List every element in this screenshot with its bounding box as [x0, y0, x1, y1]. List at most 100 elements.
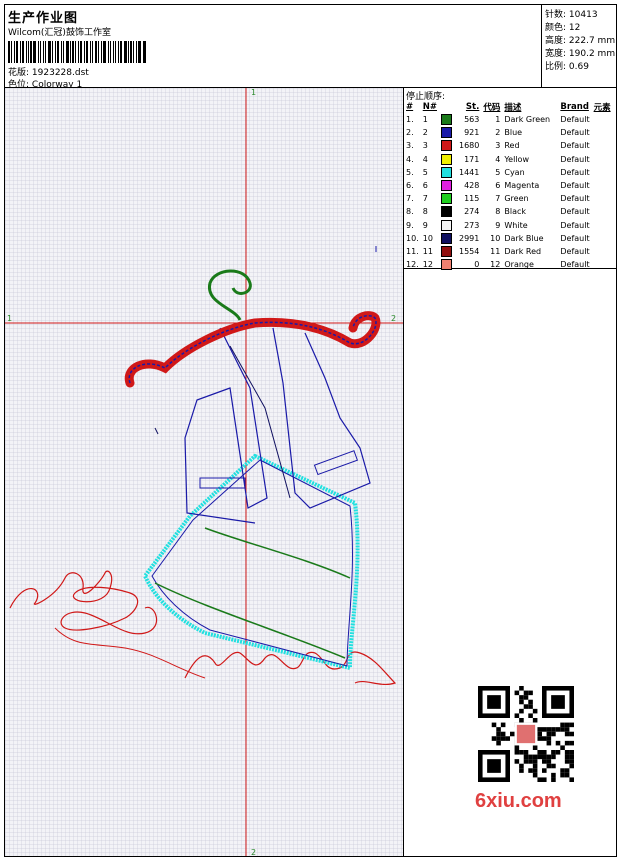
- color-swatch-icon: [440, 180, 452, 192]
- axis-label-right: 2: [391, 314, 397, 323]
- color-swatch-icon: [440, 193, 452, 205]
- row-element: [592, 153, 613, 166]
- row-brand: Default: [560, 233, 590, 243]
- table-row: 12. 12 0 12 Orange Default: [404, 258, 613, 271]
- color-swatch-icon: [440, 127, 452, 139]
- row-description: Cyan: [504, 167, 525, 177]
- row-stitches: 171: [464, 154, 480, 164]
- row-index: 7.: [406, 194, 414, 204]
- row-number: 3: [422, 141, 428, 151]
- row-index: 5.: [406, 167, 414, 177]
- color-swatch-icon: [440, 153, 452, 165]
- row-number: 1: [422, 115, 428, 125]
- row-index: 2.: [406, 128, 414, 138]
- row-number: 10: [422, 233, 433, 243]
- col-brand: Brand: [560, 101, 589, 112]
- table-row: 9. 9 273 9 White Default: [404, 219, 613, 232]
- row-element: [592, 232, 613, 245]
- color-swatch-icon: [440, 232, 452, 244]
- colors-stat: 颜色: 12: [545, 20, 580, 33]
- row-element: [592, 258, 613, 271]
- row-stitches: 1441: [458, 167, 480, 177]
- design-stats: 针数: 10413 颜色: 12 高度: 222.7 mm 宽度: 190.2 …: [541, 5, 616, 88]
- row-index: 4.: [406, 154, 414, 164]
- color-swatch-icon: [440, 114, 452, 126]
- row-number: 4: [422, 154, 428, 164]
- row-element: [592, 166, 613, 179]
- qr-code-icon: [478, 686, 574, 782]
- col-swatch: [439, 100, 457, 113]
- row-stitches: 0: [474, 260, 480, 270]
- row-element: [592, 245, 613, 258]
- color-swatch: [439, 113, 457, 126]
- row-stitches: 115: [464, 194, 480, 204]
- row-number: 8: [422, 207, 428, 217]
- row-description: Yellow: [504, 154, 529, 164]
- color-swatch: [439, 166, 457, 179]
- color-swatch: [439, 192, 457, 205]
- row-description: Orange: [504, 260, 534, 270]
- stitches-stat: 针数: 10413: [545, 7, 598, 20]
- color-swatch: [439, 126, 457, 139]
- table-header-row: # N# St. 代码 描述 Brand 元素: [404, 100, 613, 113]
- row-description: Blue: [504, 128, 523, 138]
- row-description: Green: [504, 194, 529, 204]
- scale-label: 比例:: [545, 62, 567, 72]
- scale-value: 0.69: [568, 62, 589, 72]
- row-stitches: 563: [464, 115, 480, 125]
- row-element: [592, 126, 613, 139]
- colors-value: 12: [568, 23, 581, 33]
- row-stitches: 921: [464, 128, 480, 138]
- row-code: 9: [495, 220, 501, 230]
- row-brand: Default: [560, 167, 590, 177]
- axis-label-left: 1: [7, 314, 13, 323]
- row-brand: Default: [560, 194, 590, 204]
- row-description: Dark Red: [504, 246, 542, 256]
- color-swatch-icon: [440, 219, 452, 231]
- row-number: 6: [422, 181, 428, 191]
- width-label: 宽度:: [545, 49, 567, 59]
- height-value: 222.7 mm: [568, 36, 616, 46]
- row-code: 1: [495, 115, 501, 125]
- skirt-outline-blue: [151, 459, 353, 667]
- axis-label-top: 1: [251, 88, 257, 97]
- row-code: 7: [495, 194, 501, 204]
- row-brand: Default: [560, 154, 590, 164]
- row-brand: Default: [560, 207, 590, 217]
- row-code: 6: [495, 181, 501, 191]
- row-stitches: 274: [464, 207, 480, 217]
- right-pocket: [313, 450, 359, 476]
- jacket-left: [184, 327, 268, 524]
- row-index: 3.: [406, 141, 414, 151]
- color-swatch-icon: [440, 140, 452, 152]
- color-swatch: [439, 232, 457, 245]
- height-label: 高度:: [545, 36, 567, 46]
- col-description: 描述: [504, 102, 522, 113]
- row-number: 11: [422, 246, 433, 256]
- hanger-bar-red: [124, 311, 381, 388]
- watermark-text: 6xiu.com: [475, 790, 562, 812]
- row-element: [592, 113, 613, 126]
- row-code: 8: [495, 207, 501, 217]
- row-description: Dark Blue: [504, 233, 544, 243]
- row-brand: Default: [560, 141, 590, 151]
- stitches-value: 10413: [568, 10, 598, 20]
- row-code: 11: [490, 246, 501, 256]
- row-code: 3: [495, 141, 501, 151]
- row-index: 8.: [406, 207, 414, 217]
- color-swatch: [439, 219, 457, 232]
- script-flourish: [54, 627, 206, 679]
- row-number: 7: [422, 194, 428, 204]
- color-swatch: [439, 153, 457, 166]
- row-element: [592, 192, 613, 205]
- row-brand: Default: [560, 128, 590, 138]
- row-description: Black: [504, 207, 527, 217]
- row-brand: Default: [560, 260, 590, 270]
- stop-sequence-panel: 停止顺序: # N# St. 代码 描述 Brand 元素 1. 1 563 1 Dar…: [404, 88, 616, 271]
- row-index: 9.: [406, 220, 414, 230]
- design-canvas: 1 2 1 2: [5, 88, 404, 856]
- axis-label-bottom: 2: [251, 848, 257, 856]
- width-stat: 宽度: 190.2 mm: [545, 46, 615, 59]
- color-swatch: [439, 258, 457, 271]
- col-index: #: [406, 101, 414, 112]
